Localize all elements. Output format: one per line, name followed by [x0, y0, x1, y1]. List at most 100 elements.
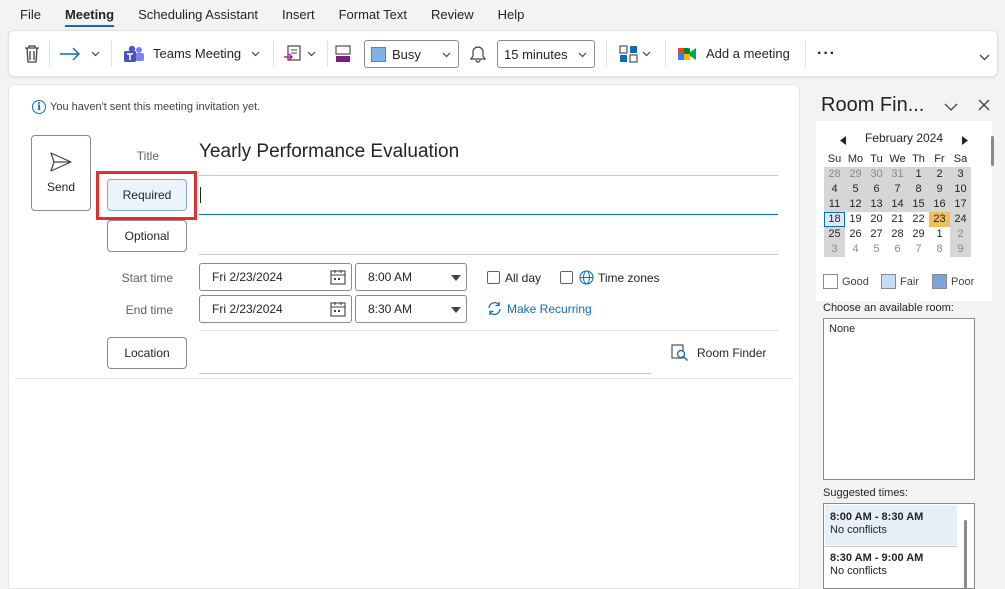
- calendar-week-row: 3 4 5 6 7 8 9: [824, 242, 971, 257]
- calendar-day[interactable]: 3: [950, 167, 971, 182]
- menu-help[interactable]: Help: [498, 0, 525, 30]
- calendar-day[interactable]: 17: [950, 197, 971, 212]
- room-list[interactable]: None: [823, 318, 975, 480]
- calendar-day[interactable]: 7: [908, 242, 929, 257]
- menu-meeting[interactable]: Meeting: [64, 0, 115, 30]
- calendar-day[interactable]: 31: [887, 167, 908, 182]
- end-date-picker[interactable]: Fri 2/23/2024: [199, 295, 352, 323]
- calendar-day[interactable]: 28: [824, 167, 845, 182]
- time-zones-checkbox[interactable]: [560, 271, 573, 284]
- calendar-day[interactable]: 10: [950, 182, 971, 197]
- response-options-icon: [284, 44, 301, 61]
- calendar-day[interactable]: 20: [866, 212, 887, 227]
- calendar-day[interactable]: 15: [908, 197, 929, 212]
- close-icon: [978, 99, 990, 111]
- calendar-day[interactable]: 5: [845, 182, 866, 197]
- calendar-day[interactable]: 25: [824, 227, 845, 242]
- calendar-day[interactable]: 5: [866, 242, 887, 257]
- menu-insert[interactable]: Insert: [282, 0, 315, 30]
- suggested-times-scrollbar[interactable]: [964, 520, 967, 588]
- calendar-day[interactable]: 6: [866, 182, 887, 197]
- optional-attendees-button[interactable]: Optional: [107, 220, 187, 252]
- calendar-day[interactable]: 24: [950, 212, 971, 227]
- start-time-dropdown[interactable]: 8:00 AM: [355, 263, 467, 291]
- time-section-divider: [199, 330, 778, 331]
- title-input[interactable]: Yearly Performance Evaluation: [199, 141, 459, 163]
- location-button[interactable]: Location: [107, 337, 187, 369]
- ribbon-expand-button[interactable]: [979, 35, 990, 80]
- room-finder-scrollbar[interactable]: [991, 136, 994, 166]
- calendar-icon: [330, 270, 346, 285]
- start-date-value: Fri 2/23/2024: [212, 270, 283, 284]
- calendar-day-selected[interactable]: 23: [929, 212, 950, 227]
- calendar-day[interactable]: 28: [887, 227, 908, 242]
- calendar-day[interactable]: 21: [887, 212, 908, 227]
- add-a-meeting-button[interactable]: Add a meeting: [677, 31, 790, 76]
- suggested-time-item[interactable]: 8:00 AM - 8:30 AM No conflicts: [825, 505, 957, 545]
- calendar-day[interactable]: 22: [908, 212, 929, 227]
- apps-button[interactable]: [619, 31, 651, 76]
- calendar-day[interactable]: 30: [866, 167, 887, 182]
- more-options-button[interactable]: ···: [817, 31, 836, 76]
- calendar-day[interactable]: 9: [950, 242, 971, 257]
- calendar-day[interactable]: 8: [908, 182, 929, 197]
- calendar-day[interactable]: 8: [929, 242, 950, 257]
- calendar-day[interactable]: 6: [887, 242, 908, 257]
- calendar-day[interactable]: 4: [824, 182, 845, 197]
- menu-file[interactable]: File: [20, 0, 41, 30]
- calendar-day[interactable]: 16: [929, 197, 950, 212]
- calendar-day[interactable]: 11: [824, 197, 845, 212]
- show-as-dropdown[interactable]: Busy: [364, 40, 459, 68]
- room-finder-collapse-button[interactable]: [944, 100, 958, 115]
- weekday-label: We: [889, 153, 906, 165]
- calendar-week-row: 4 5 6 7 8 9 10: [824, 182, 971, 197]
- make-recurring-button[interactable]: Make Recurring: [487, 301, 592, 316]
- calendar-day[interactable]: 7: [887, 182, 908, 197]
- response-options-button[interactable]: [283, 31, 316, 76]
- optional-attendees-input[interactable]: [199, 223, 778, 255]
- calendar-day[interactable]: 26: [845, 227, 866, 242]
- calendar-day[interactable]: 4: [845, 242, 866, 257]
- calendar-day-today[interactable]: 18: [824, 212, 845, 227]
- forward-dropdown[interactable]: [91, 31, 100, 76]
- weekday-label: Th: [912, 153, 925, 165]
- end-time-dropdown[interactable]: 8:30 AM: [355, 295, 467, 323]
- suggested-time-item[interactable]: 8:30 AM - 9:00 AM No conflicts: [825, 546, 957, 586]
- trash-icon: [25, 44, 39, 63]
- calendar-day[interactable]: 13: [866, 197, 887, 212]
- menu-scheduling-assistant[interactable]: Scheduling Assistant: [138, 0, 258, 30]
- calendar-day[interactable]: 19: [845, 212, 866, 227]
- delete-button[interactable]: [23, 31, 41, 76]
- make-recurring-label: Make Recurring: [507, 301, 592, 316]
- start-date-picker[interactable]: Fri 2/23/2024: [199, 263, 352, 291]
- location-input[interactable]: [199, 341, 651, 374]
- room-none-item[interactable]: None: [829, 323, 855, 335]
- chevron-down-icon: [251, 51, 260, 56]
- calendar-day[interactable]: 14: [887, 197, 908, 212]
- calendar-day[interactable]: 3: [824, 242, 845, 257]
- teams-meeting-button[interactable]: Teams Meeting: [123, 31, 260, 76]
- all-day-checkbox[interactable]: [487, 271, 500, 284]
- send-button[interactable]: Send: [31, 135, 91, 211]
- send-label: Send: [46, 180, 76, 194]
- room-finder-close-button[interactable]: [978, 99, 990, 114]
- calendar-day[interactable]: 2: [950, 227, 971, 242]
- calendar-day[interactable]: 1: [929, 227, 950, 242]
- menu-format-text[interactable]: Format Text: [339, 0, 407, 30]
- calendar-day[interactable]: 12: [845, 197, 866, 212]
- message-body[interactable]: [15, 379, 793, 588]
- calendar-day[interactable]: 29: [908, 227, 929, 242]
- calendar-next-button[interactable]: [962, 133, 968, 148]
- menu-review[interactable]: Review: [431, 0, 474, 30]
- calendar-day[interactable]: 29: [845, 167, 866, 182]
- reminder-dropdown[interactable]: 15 minutes: [497, 40, 595, 68]
- room-finder-button[interactable]: Room Finder: [671, 344, 766, 362]
- calendar-day[interactable]: 1: [908, 167, 929, 182]
- categorize-color-button[interactable]: [335, 31, 351, 76]
- calendar-day[interactable]: 27: [866, 227, 887, 242]
- calendar-day[interactable]: 2: [929, 167, 950, 182]
- forward-button[interactable]: [59, 31, 81, 76]
- calendar-day[interactable]: 9: [929, 182, 950, 197]
- reminder-button[interactable]: [470, 31, 486, 76]
- required-attendees-input[interactable]: [199, 183, 778, 215]
